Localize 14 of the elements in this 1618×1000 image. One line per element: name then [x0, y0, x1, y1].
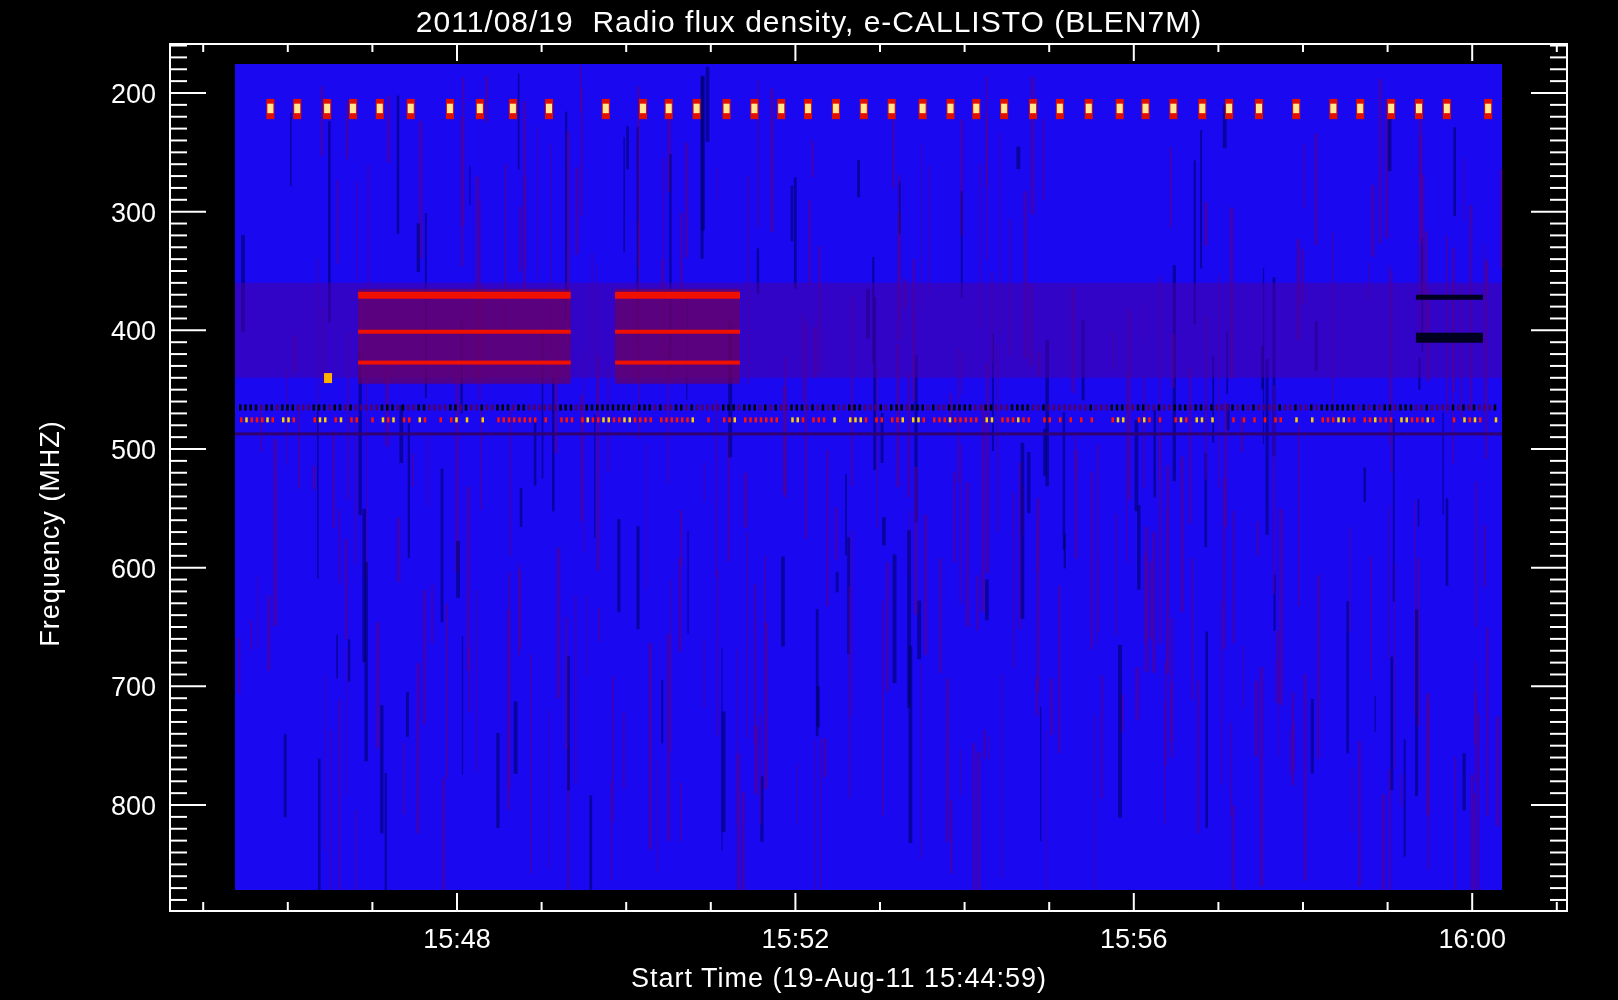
chart-title: 2011/08/19 Radio flux density, e-CALLISTO (BLEN7M) [415, 4, 1203, 39]
x-tick-label: 15:52 [761, 924, 830, 954]
y-tick-label: 300 [110, 197, 156, 228]
x-tick-label: 15:56 [1100, 924, 1168, 954]
x-axis-label: Start Time (19-Aug-11 15:44:59) [630, 963, 1048, 995]
y-tick-label: 800 [110, 791, 156, 821]
y-tick-label: 400 [110, 316, 156, 347]
y-axis-label: Frequency (MHZ) [34, 419, 66, 647]
y-tick-label: 200 [110, 79, 156, 109]
y-tick-label: 600 [110, 553, 156, 584]
y-tick-label: 700 [110, 672, 156, 703]
x-tick-label: 15:48 [423, 924, 491, 954]
y-tick-label: 500 [110, 435, 156, 465]
x-tick-label: 16:00 [1438, 924, 1506, 954]
